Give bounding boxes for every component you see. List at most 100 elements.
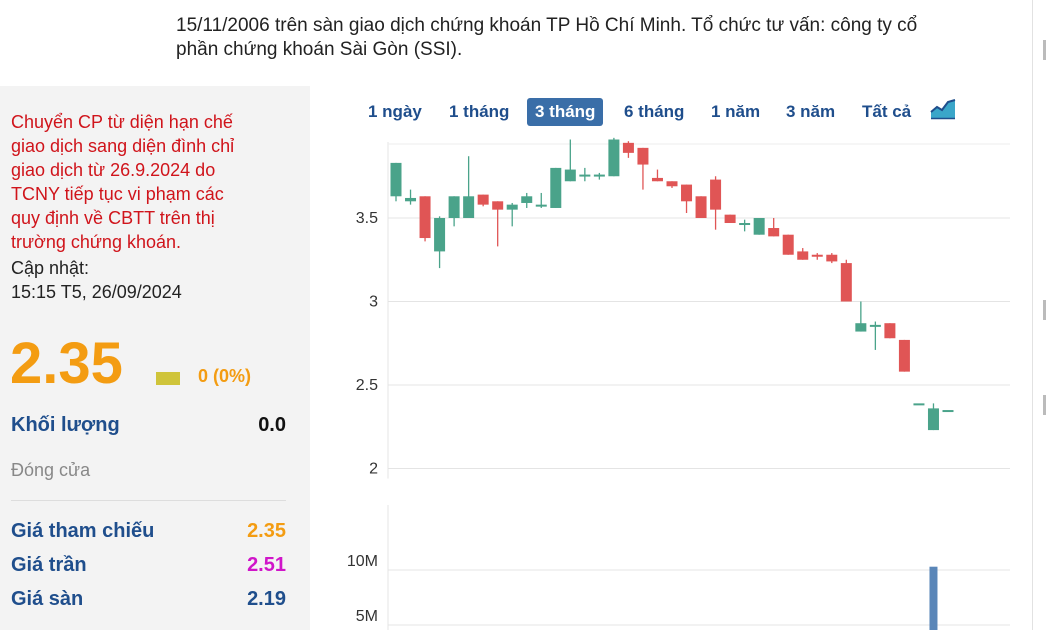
candle	[840, 259, 852, 302]
tab-1-year[interactable]: 1 năm	[703, 98, 768, 126]
candle-body	[564, 169, 576, 182]
tab-3-months[interactable]: 3 tháng	[527, 98, 604, 126]
candle	[506, 202, 518, 227]
volume-grid	[387, 505, 1010, 630]
candle	[811, 253, 823, 260]
volume-series	[929, 566, 938, 630]
candle	[434, 216, 446, 269]
candle	[521, 192, 533, 208]
tab-1-day[interactable]: 1 ngày	[360, 98, 430, 126]
description-line-2: phần chứng khoán Sài Gòn (SSI).	[176, 39, 463, 60]
candle	[710, 176, 722, 230]
price-chart: 3.5 3 2.5 2 10M 5M	[347, 137, 1010, 630]
candle-body	[942, 410, 954, 413]
tab-all[interactable]: Tất cả	[854, 98, 919, 126]
candle-body	[724, 214, 736, 224]
tab-1-month[interactable]: 1 tháng	[441, 98, 517, 126]
right-scroll-mark	[1043, 395, 1046, 415]
candle	[942, 410, 954, 413]
company-description: 15/11/2006 trên sàn giao dịch chứng khoá…	[176, 0, 1016, 62]
candle-body	[695, 196, 707, 218]
notice-line: giao dịch từ 26.9.2024 do	[11, 160, 216, 180]
stat-label: Giá sàn	[11, 588, 84, 610]
candle-body	[826, 254, 838, 262]
clipped-description-line	[176, 0, 1016, 14]
candle	[869, 321, 881, 350]
candle-body	[869, 324, 881, 327]
market-status: Đóng cửa	[11, 460, 91, 480]
candle	[390, 162, 402, 202]
candle-body	[390, 162, 402, 197]
no-change-icon	[156, 372, 180, 385]
candle-body	[535, 204, 547, 207]
candle-body	[521, 196, 533, 203]
stat-value: 2.19	[247, 588, 286, 610]
stat-value: 2.51	[247, 554, 286, 576]
candle	[927, 403, 939, 431]
candle-body	[419, 196, 431, 239]
candle-body	[579, 174, 591, 177]
candle	[550, 167, 562, 208]
candle-body	[434, 218, 446, 252]
candle	[564, 139, 576, 182]
candle	[608, 137, 620, 177]
candle-body	[463, 196, 475, 218]
current-price: 2.35	[10, 331, 123, 396]
right-scroll-mark	[1043, 40, 1046, 60]
candle	[898, 339, 910, 372]
notice-line: trường chứng khoán.	[11, 232, 181, 252]
y-tick-label: 5M	[356, 608, 378, 625]
candle-body	[405, 197, 417, 202]
candle	[492, 201, 504, 247]
candle	[855, 301, 867, 332]
right-divider	[1032, 0, 1033, 630]
candle	[666, 181, 678, 188]
candle	[637, 147, 649, 190]
y-tick-label: 10M	[347, 553, 378, 570]
candle-body	[739, 223, 751, 226]
tab-6-months[interactable]: 6 tháng	[616, 98, 692, 126]
candle	[681, 184, 693, 213]
candle	[753, 218, 765, 235]
candle	[448, 196, 460, 227]
candle	[622, 141, 634, 158]
update-time: 15:15 T5, 26/09/2024	[11, 282, 182, 302]
candle	[463, 156, 475, 218]
candle-body	[651, 177, 663, 182]
candle-body	[622, 142, 634, 153]
volume-bar	[929, 566, 938, 630]
y-tick-label: 3	[369, 294, 378, 311]
candle-body	[884, 323, 896, 339]
candle-body	[593, 174, 605, 177]
candle-body	[506, 204, 518, 210]
description-line-1: 15/11/2006 trên sàn giao dịch chứng khoá…	[176, 15, 918, 36]
candle	[739, 219, 751, 232]
candle-body	[782, 234, 794, 255]
stat-row-reference: Giá tham chiếu 2.35	[11, 520, 286, 550]
candle-body	[927, 408, 939, 431]
y-tick-label: 2	[369, 461, 378, 478]
candle-body	[898, 339, 910, 372]
stat-row-floor: Giá sàn 2.19	[11, 588, 286, 618]
stat-label: Giá trần	[11, 554, 87, 576]
tab-3-years[interactable]: 3 năm	[778, 98, 843, 126]
suspension-notice: Chuyển CP từ diện hạn chế giao dịch sang…	[11, 110, 301, 254]
candle-body	[477, 194, 489, 205]
candle	[695, 196, 707, 218]
candle-body	[840, 263, 852, 302]
candle-body	[492, 201, 504, 210]
candle-body	[710, 179, 722, 210]
candle-body	[666, 181, 678, 187]
update-label: Cập nhật:	[11, 258, 90, 278]
candle-body	[768, 228, 780, 237]
candle	[593, 172, 605, 180]
candle-body	[855, 323, 867, 332]
price-grid	[387, 142, 1010, 479]
area-chart-icon[interactable]	[930, 98, 956, 120]
y-tick-label: 2.5	[356, 377, 378, 394]
notice-line: giao dịch sang diện đình chỉ	[11, 136, 235, 156]
candle	[579, 167, 591, 182]
divider	[11, 500, 286, 501]
candle	[405, 189, 417, 205]
candle	[884, 323, 896, 339]
